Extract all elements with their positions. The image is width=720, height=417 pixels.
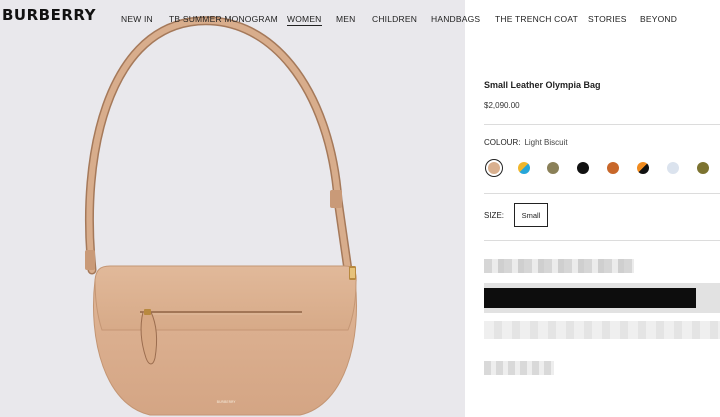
nav-item-the-trench-coat[interactable]: THE TRENCH COAT <box>495 13 578 25</box>
nav-item-children[interactable]: CHILDREN <box>372 13 417 25</box>
main-nav: NEW IN TB SUMMER MONOGRAM WOMEN MEN CHIL… <box>0 13 720 27</box>
svg-text:BURBERRY: BURBERRY <box>217 400 237 404</box>
swatch-khaki[interactable] <box>697 162 709 174</box>
product-title: Small Leather Olympia Bag <box>484 80 601 90</box>
swatch-olive[interactable] <box>547 162 559 174</box>
obscured-button[interactable] <box>484 288 696 308</box>
colour-label: COLOUR: Light Biscuit <box>484 138 568 147</box>
nav-item-new-in[interactable]: NEW IN <box>121 13 153 25</box>
divider <box>484 124 720 125</box>
colour-swatches <box>484 158 720 178</box>
nav-item-tb-summer-monogram[interactable]: TB SUMMER MONOGRAM <box>169 13 278 25</box>
nav-item-handbags[interactable]: HANDBAGS <box>431 13 480 25</box>
nav-item-beyond[interactable]: BEYOND <box>640 13 677 25</box>
swatch-blue-yellow[interactable] <box>518 162 530 174</box>
swatch-black-orange[interactable] <box>637 162 649 174</box>
nav-item-women[interactable]: WOMEN <box>287 13 322 26</box>
product-details-panel: Small Leather Olympia Bag $2,090.00 COLO… <box>465 38 720 417</box>
bag-illustration: BURBERRY <box>85 16 358 416</box>
colour-value: Light Biscuit <box>524 138 568 147</box>
nav-item-men[interactable]: MEN <box>336 13 356 25</box>
product-price: $2,090.00 <box>484 101 520 110</box>
divider <box>484 193 720 194</box>
nav-item-stories[interactable]: STORIES <box>588 13 627 25</box>
size-label: SIZE: <box>484 211 505 220</box>
obscured-block <box>484 321 720 339</box>
obscured-text <box>484 361 554 375</box>
colour-label-text: COLOUR: <box>484 138 521 147</box>
swatch-tan[interactable] <box>607 162 619 174</box>
obscured-text <box>484 259 634 273</box>
product-image: BURBERRY <box>0 0 465 417</box>
swatch-pale-blue[interactable] <box>667 162 679 174</box>
swatch-light-biscuit[interactable] <box>488 162 500 174</box>
divider <box>484 240 720 241</box>
site-header: BURBERRY NEW IN TB SUMMER MONOGRAM WOMEN… <box>0 0 720 38</box>
swatch-black[interactable] <box>577 162 589 174</box>
size-option-small[interactable]: Small <box>514 203 548 227</box>
